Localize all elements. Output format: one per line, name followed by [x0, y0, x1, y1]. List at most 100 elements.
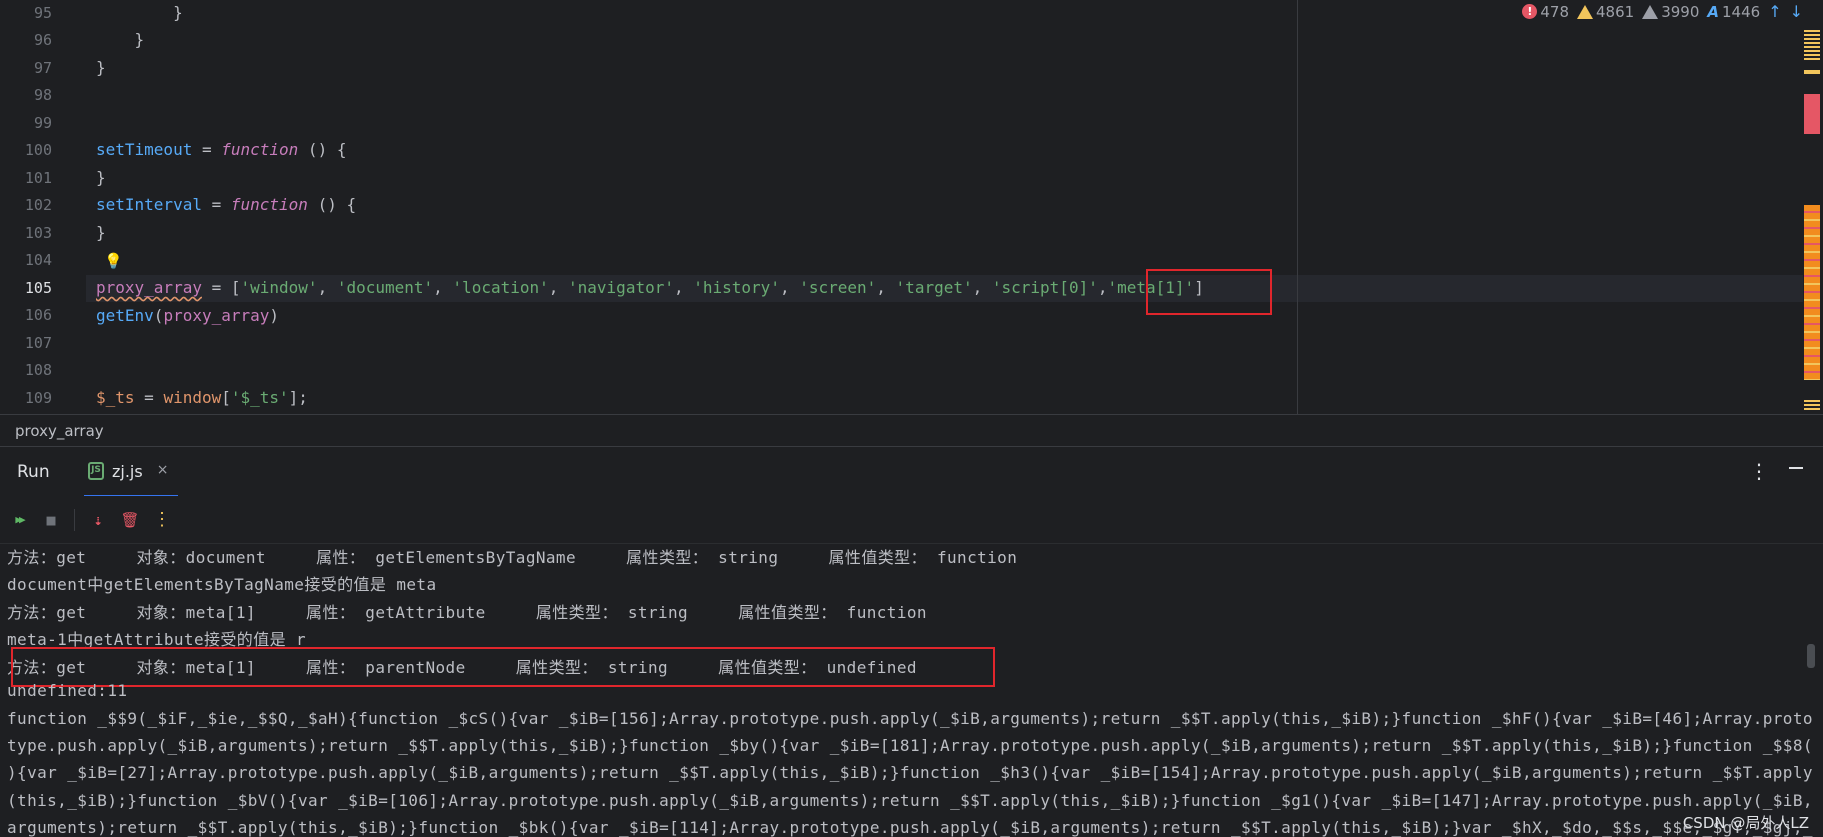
- console-line: 方法：get 对象：document 属性： getElementsByTagN…: [7, 548, 1018, 567]
- run-tab-zj-js[interactable]: JS zj.js ×: [84, 447, 179, 497]
- code-line[interactable]: $_ts = window['$_ts'];: [96, 388, 308, 408]
- more-options-icon[interactable]: ⋮: [153, 509, 171, 530]
- next-highlight-arrow-icon[interactable]: ↓: [1790, 2, 1803, 21]
- identifier: setInterval: [96, 195, 202, 214]
- rerun-icon[interactable]: ▶▶: [10, 511, 28, 529]
- weak-warnings-count[interactable]: 3990: [1642, 3, 1699, 21]
- operator: =: [192, 140, 222, 159]
- errors-count[interactable]: ! 478: [1522, 3, 1569, 21]
- right-margin-guide: [1297, 0, 1298, 414]
- stripe-mark[interactable]: [1804, 70, 1820, 74]
- keyword: function: [230, 195, 308, 214]
- variable-proxy-array: proxy_array: [96, 278, 202, 297]
- scroll-to-end-icon[interactable]: ⇣: [89, 511, 107, 529]
- stripe-mark[interactable]: [1804, 30, 1820, 60]
- code-line-proxy-array[interactable]: proxy_array = ['window', 'document', 'lo…: [96, 278, 1204, 298]
- console-line: type.push.apply(_$iB,arguments);return _…: [7, 736, 1813, 755]
- run-tab-label: zj.js: [112, 462, 143, 481]
- console-line: (this,_$iB);}function _$bV(){var _$iB=[1…: [7, 791, 1813, 810]
- string-literal: 'document': [336, 278, 434, 297]
- string-literal: '$_ts': [230, 388, 289, 407]
- code-text: () {: [298, 140, 347, 159]
- line-number: 101: [24, 169, 52, 187]
- close-icon[interactable]: ×: [157, 462, 169, 495]
- minimize-icon[interactable]: [1789, 467, 1803, 469]
- code-text: ): [269, 306, 280, 325]
- operator: =: [201, 195, 231, 214]
- variable-ts: $_ts: [96, 388, 135, 407]
- line-number: 108: [24, 361, 52, 379]
- line-number: 99: [33, 114, 52, 132]
- line-number: 96: [33, 31, 52, 49]
- highlight-box-parentnode: [11, 647, 995, 687]
- code-line[interactable]: }: [96, 58, 106, 78]
- code-line[interactable]: setInterval = function () {: [96, 195, 356, 215]
- warning-icon: [1577, 4, 1594, 19]
- code-line[interactable]: }: [96, 223, 106, 243]
- nodejs-icon: JS: [88, 462, 104, 480]
- line-number: 98: [33, 86, 52, 104]
- more-options-icon[interactable]: ⋮: [1749, 459, 1769, 483]
- warnings-value: 4861: [1596, 2, 1635, 21]
- line-number: 107: [24, 334, 52, 352]
- warnings-count[interactable]: 4861: [1577, 3, 1634, 21]
- breadcrumb[interactable]: proxy_array: [0, 414, 1823, 446]
- run-panel-title[interactable]: Run: [17, 462, 50, 482]
- global-window: window: [163, 388, 222, 407]
- weak-warnings-value: 3990: [1661, 2, 1700, 21]
- line-number-gutter[interactable]: 95 96 97 98 99 100 101 102 103 104 105 1…: [0, 0, 86, 414]
- code-line[interactable]: getEnv(proxy_array): [96, 306, 279, 326]
- clear-all-icon[interactable]: 🗑: [120, 511, 139, 529]
- console-output[interactable]: 方法：get 对象：document 属性： getElementsByTagN…: [0, 544, 1823, 837]
- error-icon: !: [1522, 4, 1538, 19]
- typos-count[interactable]: A 1446: [1707, 3, 1760, 21]
- stripe-mark[interactable]: [1804, 400, 1820, 410]
- stripe-mark[interactable]: [1804, 205, 1820, 380]
- console-line: arguments);return _$$T.apply(this,_$iB);…: [7, 818, 1813, 837]
- line-number: 106: [24, 306, 52, 324]
- line-number: 95: [33, 4, 52, 22]
- code-line[interactable]: setTimeout = function () {: [96, 140, 346, 160]
- intention-bulb-icon[interactable]: 💡: [104, 252, 123, 270]
- run-panel-header: Run JS zj.js × ⋮: [0, 446, 1823, 497]
- string-literal: 'window': [240, 278, 318, 297]
- line-number: 104: [24, 251, 52, 269]
- console-line: 方法：get 对象：meta[1] 属性： getAttribute 属性类型：…: [7, 603, 927, 622]
- code-line[interactable]: }: [96, 30, 145, 50]
- previous-highlight-arrow-icon[interactable]: ↑: [1768, 2, 1781, 21]
- code-text: () {: [307, 195, 357, 214]
- keyword: function: [221, 140, 299, 159]
- stop-icon[interactable]: ■: [42, 511, 60, 529]
- string-literal: 'script[0]': [991, 278, 1098, 297]
- code-editor[interactable]: 95 96 97 98 99 100 101 102 103 104 105 1…: [0, 0, 1823, 414]
- line-number: 102: [24, 196, 52, 214]
- run-toolbar: ▶▶ ■ ⇣ 🗑 ⋮: [0, 496, 1823, 544]
- code-text: ];: [288, 388, 308, 407]
- typo-icon: A: [1707, 2, 1719, 21]
- variable-proxy-array: proxy_array: [163, 306, 270, 325]
- console-line: undefined:11: [7, 681, 128, 700]
- string-literal: 'target': [895, 278, 973, 297]
- stripe-mark[interactable]: [1804, 94, 1820, 134]
- code-text: [: [221, 388, 231, 407]
- line-number: 100: [24, 141, 52, 159]
- watermark: CSDN @局外人LZ: [1682, 814, 1809, 832]
- code-text: (: [153, 306, 164, 325]
- function-call: getEnv: [96, 306, 154, 325]
- string-literal: 'history': [693, 278, 780, 297]
- code-line[interactable]: }: [96, 168, 106, 188]
- code-line[interactable]: }: [96, 3, 183, 23]
- error-stripe[interactable]: [1804, 0, 1820, 414]
- highlight-box-meta: [1146, 269, 1272, 315]
- typos-value: 1446: [1722, 2, 1761, 21]
- string-literal: 'location': [452, 278, 549, 297]
- weak-warning-icon: [1642, 4, 1659, 19]
- line-number: 109: [24, 389, 52, 407]
- console-scrollbar[interactable]: [1807, 644, 1815, 668]
- line-number-current: 105: [24, 279, 52, 297]
- toolbar-divider: [74, 508, 75, 531]
- console-line: document中getElementsByTagName接受的值是 meta: [7, 575, 437, 594]
- inspection-widget[interactable]: ! 478 4861 3990 A 1446 ↑ ↓: [1522, 2, 1803, 21]
- console-line: function _$$9(_$iF,_$ie,_$$Q,_$aH){funct…: [7, 709, 1813, 728]
- string-literal: 'navigator': [568, 278, 674, 297]
